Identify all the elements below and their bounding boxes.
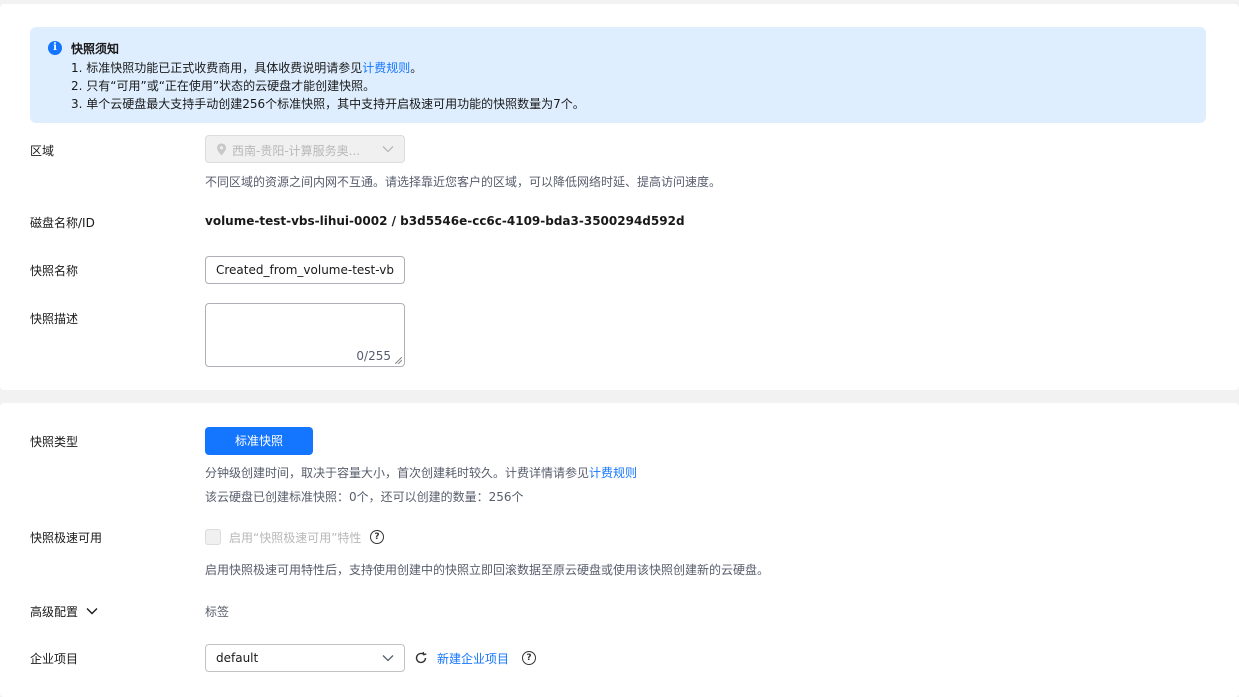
instant-available-checkbox-label: 启用“快照极速可用”特性 — [229, 531, 362, 545]
basic-config-card: i 快照须知 1. 标准快照功能已正式收费商用，具体收费说明请参见计费规则。 2… — [0, 4, 1239, 390]
char-counter: 0/255 — [356, 349, 391, 363]
standard-snapshot-button[interactable]: 标准快照 — [205, 427, 313, 455]
billing-details-link[interactable]: 计费规则 — [589, 466, 637, 480]
enterprise-project-select[interactable]: default — [205, 644, 405, 672]
help-icon[interactable]: ? — [370, 530, 384, 544]
notice-line-3: 3. 单个云硬盘最大支持手动创建256个标准快照，其中支持开启极速可用功能的快照… — [71, 97, 585, 111]
snapshot-config-card: 快照类型 标准快照 分钟级创建时间，取决于容量大小，首次创建耗时较久。计费详情请… — [0, 403, 1239, 697]
enterprise-project-value: default — [216, 651, 259, 665]
snapshot-type-label: 快照类型 — [30, 435, 79, 449]
billing-rules-link[interactable]: 计费规则 — [362, 61, 410, 75]
disk-label: 磁盘名称/ID — [30, 216, 95, 230]
snapshot-desc-label: 快照描述 — [30, 312, 79, 326]
help-icon[interactable]: ? — [522, 651, 536, 665]
chevron-down-icon — [382, 146, 394, 153]
snapshot-name-input[interactable] — [205, 256, 405, 284]
new-enterprise-project-link[interactable]: 新建企业项目 — [437, 650, 509, 667]
region-hint: 不同区域的资源之间内网不互通。请选择靠近您客户的区域，可以降低网络时延、提高访问… — [205, 175, 722, 189]
info-icon: i — [48, 41, 62, 55]
snapshot-name-label: 快照名称 — [30, 264, 79, 278]
notice-title: 快照须知 — [71, 42, 120, 56]
snapshot-notice: i 快照须知 1. 标准快照功能已正式收费商用，具体收费说明请参见计费规则。 2… — [30, 27, 1206, 123]
instant-available-hint: 启用快照极速可用特性后，支持使用创建中的快照立即回滚数据至原云硬盘或使用该快照创… — [205, 563, 770, 577]
disk-name-id: volume-test-vbs-lihui-0002 / b3d5546e-cc… — [205, 214, 685, 228]
region-value: 西南-贵阳-计算服务奥... — [232, 144, 361, 158]
snapshot-quota: 该云硬盘已创建标准快照：0个，还可以创建的数量：256个 — [205, 490, 524, 504]
chevron-down-icon — [382, 655, 394, 662]
notice-line-1-text: 1. 标准快照功能已正式收费商用，具体收费说明请参见 — [71, 61, 363, 75]
snapshot-desc-textarea[interactable]: 0/255 — [205, 303, 405, 367]
location-pin-icon — [217, 143, 226, 156]
region-label: 区域 — [30, 144, 55, 158]
region-select[interactable]: 西南-贵阳-计算服务奥... — [205, 135, 405, 163]
snapshot-type-hint-text: 分钟级创建时间，取决于容量大小，首次创建耗时较久。计费详情请参见 — [205, 466, 590, 480]
enterprise-project-label: 企业项目 — [30, 652, 79, 666]
refresh-icon[interactable] — [414, 651, 428, 665]
notice-line-1-suffix: 。 — [410, 61, 423, 75]
instant-available-label: 快照极速可用 — [30, 531, 103, 545]
snapshot-type-hint: 分钟级创建时间，取决于容量大小，首次创建耗时较久。计费详情请参见计费规则 — [205, 464, 637, 481]
notice-line-1: 1. 标准快照功能已正式收费商用，具体收费说明请参见计费规则。 — [71, 59, 422, 76]
tag-label: 标签 — [205, 605, 230, 619]
resize-handle-icon[interactable] — [395, 357, 402, 364]
chevron-down-icon[interactable] — [86, 606, 98, 616]
instant-available-checkbox[interactable] — [205, 529, 221, 545]
advanced-config-toggle[interactable]: 高级配置 — [30, 603, 78, 620]
notice-line-2: 2. 只有“可用”或“正在使用”状态的云硬盘才能创建快照。 — [71, 79, 376, 93]
